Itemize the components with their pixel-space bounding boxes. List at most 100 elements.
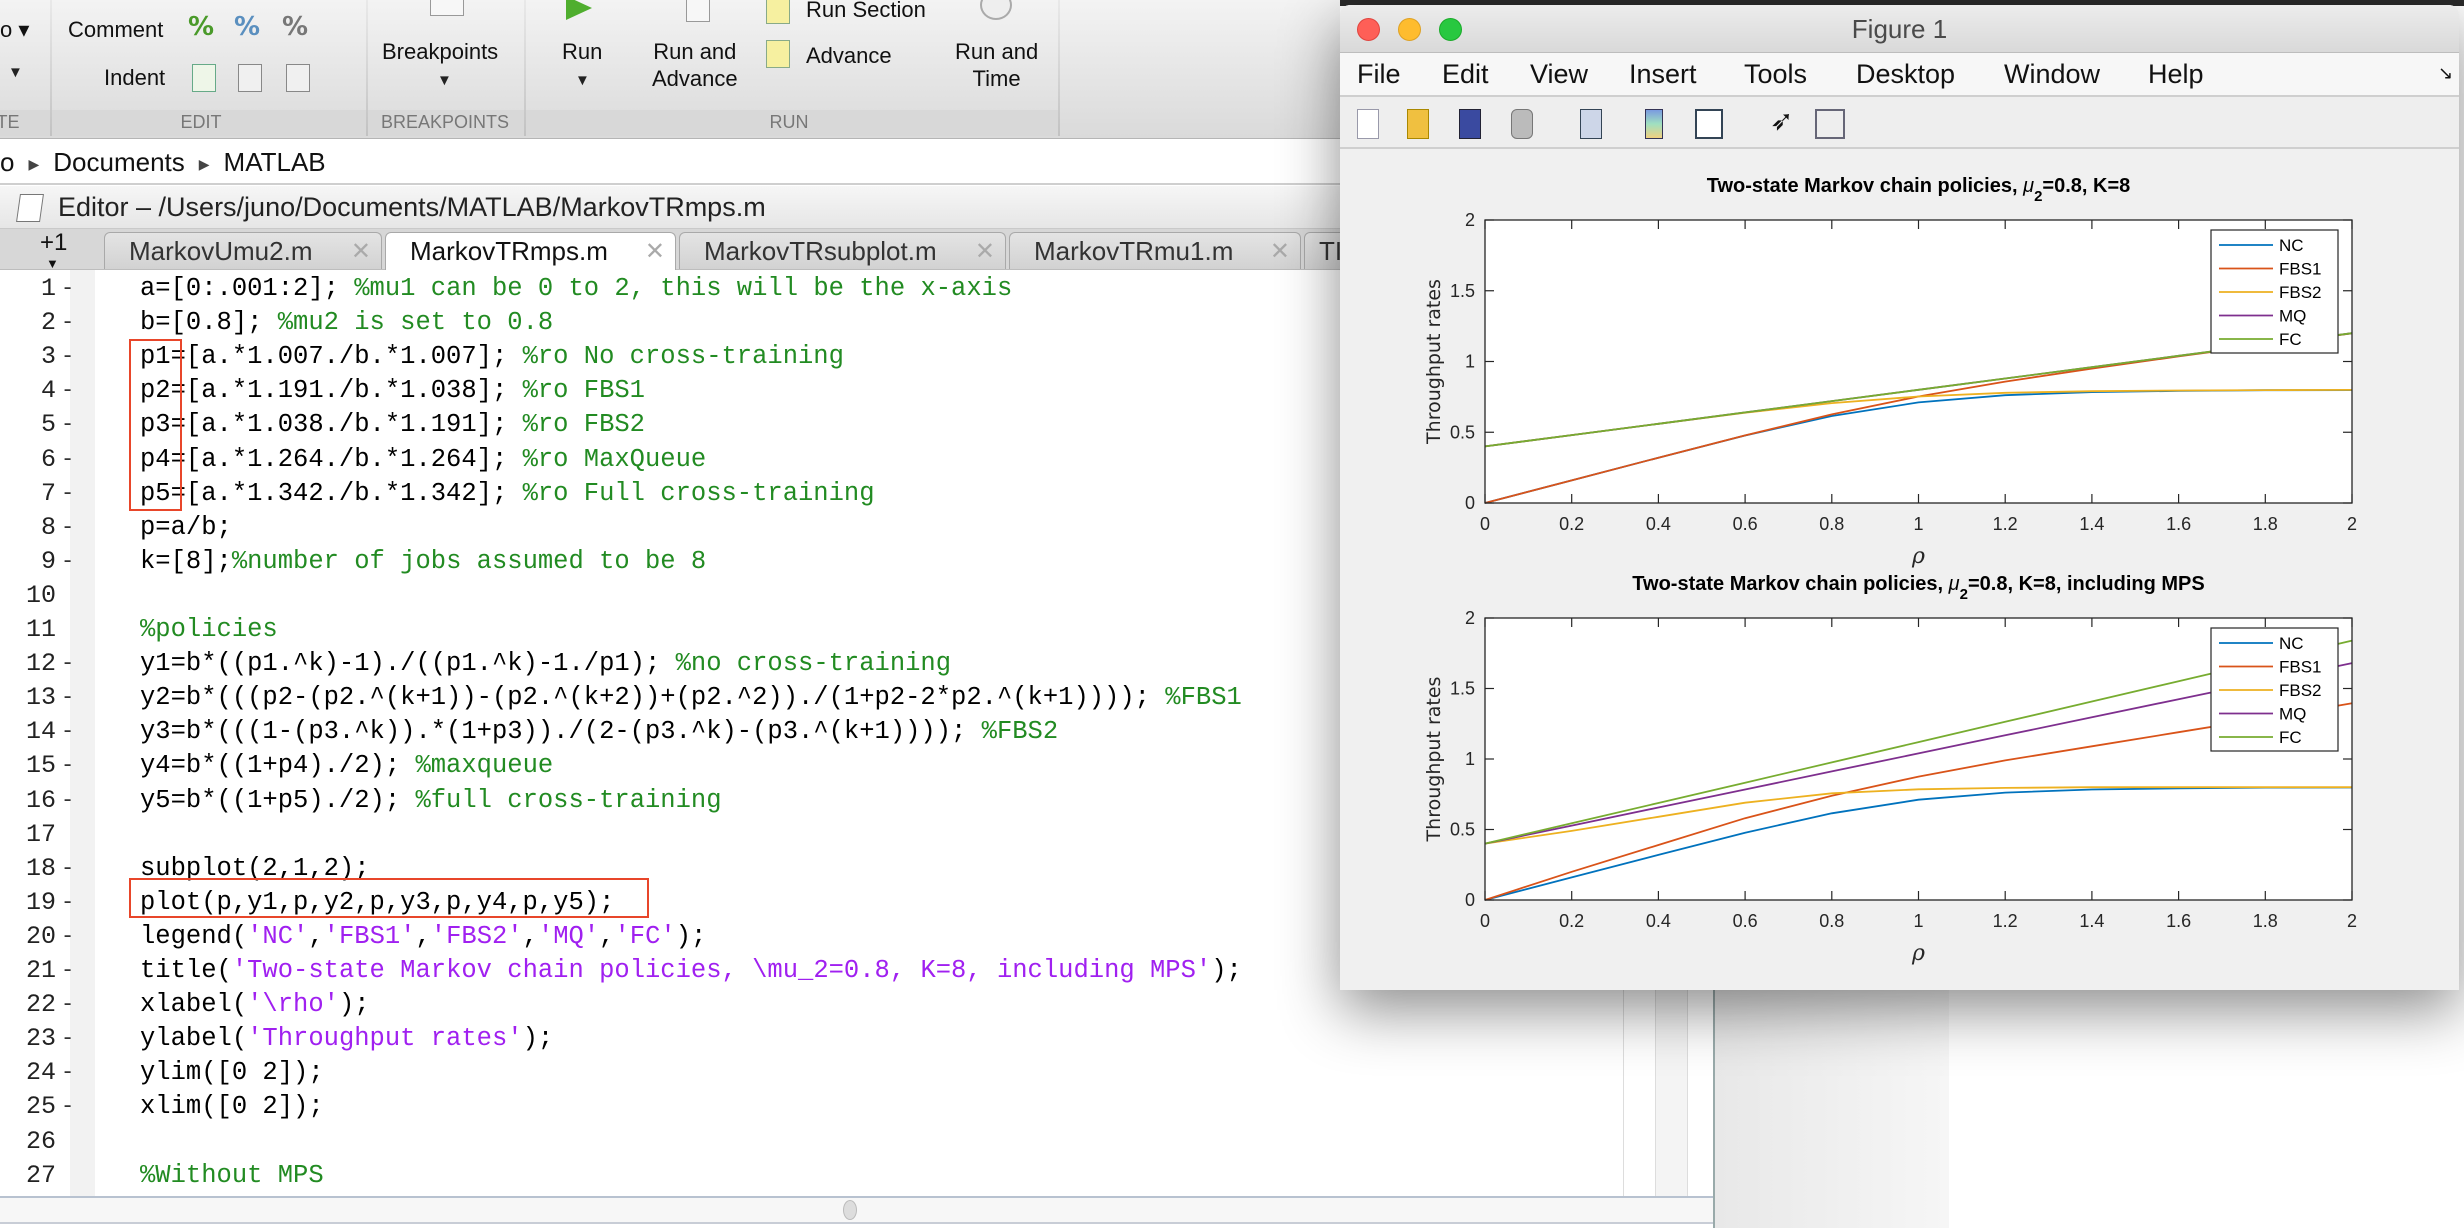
breadcrumb-item[interactable]: o: [0, 147, 14, 177]
smart-indent-icon[interactable]: [192, 64, 216, 92]
executable-line-marker[interactable]: -: [61, 272, 74, 306]
y-axis-label: Throughput rates: [1423, 279, 1445, 445]
executable-line-marker[interactable]: -: [61, 647, 74, 681]
tab-markovumu2[interactable]: MarkovUmu2.m ✕: [104, 232, 382, 269]
code-line[interactable]: p1=[a.*1.007./b.*1.007]; %ro No cross-tr…: [140, 340, 844, 374]
uncomment-icon[interactable]: %: [234, 12, 260, 42]
executable-line-marker[interactable]: -: [61, 1022, 74, 1056]
close-icon[interactable]: ✕: [1270, 233, 1290, 269]
close-icon[interactable]: ✕: [645, 233, 665, 270]
line-number: 9: [40, 546, 56, 576]
tab-markovtrmu1[interactable]: MarkovTRmu1.m ✕: [1009, 232, 1301, 269]
code-line[interactable]: ylabel('Throughput rates');: [140, 1022, 553, 1056]
executable-line-marker[interactable]: -: [61, 1090, 74, 1124]
executable-line-marker[interactable]: -: [61, 1056, 74, 1090]
label: Run and: [955, 39, 1039, 64]
executable-line-marker[interactable]: -: [61, 784, 74, 818]
wrap-comments-icon[interactable]: %: [282, 12, 308, 42]
partial-toolstrip-button[interactable]: o ▾: [0, 16, 29, 43]
code-line[interactable]: y4=b*((1+p4)./2); %maxqueue: [140, 749, 553, 783]
line-number: 27: [25, 1160, 56, 1190]
run-section-button[interactable]: Run Section: [806, 0, 926, 23]
breadcrumb-item[interactable]: MATLAB: [224, 147, 326, 177]
run-icon[interactable]: [566, 0, 592, 20]
code-line[interactable]: legend('NC','FBS1','FBS2','MQ','FC');: [140, 920, 706, 954]
increase-indent-icon[interactable]: [238, 64, 262, 92]
code-line[interactable]: y5=b*((1+p5)./2); %full cross-training: [140, 784, 722, 818]
tab-markovtrmps[interactable]: MarkovTRmps.m ✕: [385, 232, 676, 271]
comment-icon[interactable]: %: [188, 12, 214, 42]
executable-line-marker[interactable]: -: [61, 545, 74, 579]
code-line[interactable]: %policies: [140, 613, 278, 647]
chevron-down-icon[interactable]: ▼: [575, 72, 590, 89]
splitter-handle-icon[interactable]: [843, 1200, 857, 1220]
code-line[interactable]: b=[0.8]; %mu2 is set to 0.8: [140, 306, 553, 340]
comment-button[interactable]: Comment: [68, 16, 163, 43]
run-and-time-button[interactable]: Run and Time: [955, 38, 1038, 92]
chevron-down-icon[interactable]: ▼: [8, 64, 23, 81]
executable-line-marker[interactable]: -: [61, 954, 74, 988]
advance-button[interactable]: Advance: [806, 42, 892, 69]
line-number: 1: [40, 274, 56, 303]
x-tick-label: 0: [1480, 911, 1490, 931]
chevron-down-icon[interactable]: ▼: [437, 72, 452, 89]
executable-line-marker[interactable]: -: [61, 306, 74, 340]
section-label-breakpoints: BREAKPOINTS: [380, 112, 510, 132]
comment-token: %policies: [140, 615, 278, 644]
executable-line-marker[interactable]: -: [61, 511, 74, 545]
close-icon[interactable]: ✕: [351, 233, 371, 269]
executable-line-marker[interactable]: -: [61, 681, 74, 715]
executable-line-marker[interactable]: -: [61, 988, 74, 1022]
indent-button[interactable]: Indent: [104, 64, 165, 91]
run-button[interactable]: Run: [562, 38, 602, 65]
breadcrumb-item[interactable]: Documents: [53, 147, 185, 177]
code-line[interactable]: %Without MPS: [140, 1159, 324, 1193]
code-line[interactable]: a=[0:.001:2]; %mu1 can be 0 to 2, this w…: [140, 272, 1012, 306]
breakpoints-button[interactable]: Breakpoints: [382, 38, 498, 65]
code-token: );: [522, 1024, 554, 1054]
executable-line-marker[interactable]: -: [61, 749, 74, 783]
code-line[interactable]: y2=b*(((p2-(p2.^(k+1))-(p2.^(k+2))+(p2.^…: [140, 681, 1242, 715]
code-line[interactable]: y3=b*(((1-(p3.^k)).*(1+p3))./(2-(p3.^k)-…: [140, 715, 1058, 749]
executable-line-marker[interactable]: -: [61, 852, 74, 886]
executable-line-marker[interactable]: -: [61, 477, 74, 511]
code-line[interactable]: p4=[a.*1.264./b.*1.264]; %ro MaxQueue: [140, 443, 706, 477]
code-line[interactable]: y1=b*((p1.^k)-1)./((p1.^k)-1./p1); %no c…: [140, 647, 951, 681]
code-line[interactable]: k=[8];%number of jobs assumed to be 8: [140, 545, 706, 579]
line-number: 15: [25, 751, 56, 781]
code-line[interactable]: p=a/b;: [140, 511, 232, 545]
line-number: 24: [25, 1058, 56, 1088]
x-tick-label: 1.6: [2166, 911, 2191, 931]
title-part: Two-state Markov chain policies,: [1632, 573, 1948, 595]
string-token: '\rho': [247, 990, 339, 1020]
executable-line-marker[interactable]: -: [61, 443, 74, 477]
code-line[interactable]: xlim([0 2]);: [140, 1090, 324, 1124]
x-tick-label: 1: [1913, 514, 1923, 534]
run-and-advance-button[interactable]: Run and Advance: [652, 38, 738, 92]
close-icon[interactable]: ✕: [975, 233, 995, 269]
executable-line-marker[interactable]: -: [61, 920, 74, 954]
code-token: );: [338, 990, 370, 1020]
decrease-indent-icon[interactable]: [286, 64, 310, 92]
code-line[interactable]: p5=[a.*1.342./b.*1.342]; %ro Full cross-…: [140, 477, 875, 511]
executable-line-marker[interactable]: -: [61, 408, 74, 442]
chevron-right-icon: ▶: [28, 156, 40, 173]
code-token: y4=b*((1+p4)./2);: [140, 751, 416, 781]
horizontal-splitter[interactable]: [0, 1196, 1713, 1224]
code-line[interactable]: ylim([0 2]);: [140, 1056, 324, 1090]
code-token: p=a/b;: [140, 512, 232, 542]
tab-label: MarkovUmu2.m: [129, 236, 313, 266]
code-line[interactable]: title('Two-state Markov chain policies, …: [140, 954, 1242, 988]
tab-markovtrsubplot[interactable]: MarkovTRsubplot.m ✕: [679, 232, 1006, 269]
code-line[interactable]: p3=[a.*1.038./b.*1.191]; %ro FBS2: [140, 408, 645, 442]
code-token: p1=[a.*1.007./b.*1.007];: [140, 342, 523, 372]
executable-line-marker[interactable]: -: [61, 374, 74, 408]
string-token: 'FC': [614, 921, 676, 951]
code-line[interactable]: xlabel('\rho');: [140, 988, 370, 1022]
executable-line-marker[interactable]: -: [61, 886, 74, 920]
code-line[interactable]: p2=[a.*1.191./b.*1.038]; %ro FBS1: [140, 374, 645, 408]
code-token: xlim([0 2]);: [140, 1092, 324, 1122]
executable-line-marker[interactable]: -: [61, 340, 74, 374]
x-tick-label: 1.4: [2079, 514, 2104, 534]
executable-line-marker[interactable]: -: [61, 715, 74, 749]
